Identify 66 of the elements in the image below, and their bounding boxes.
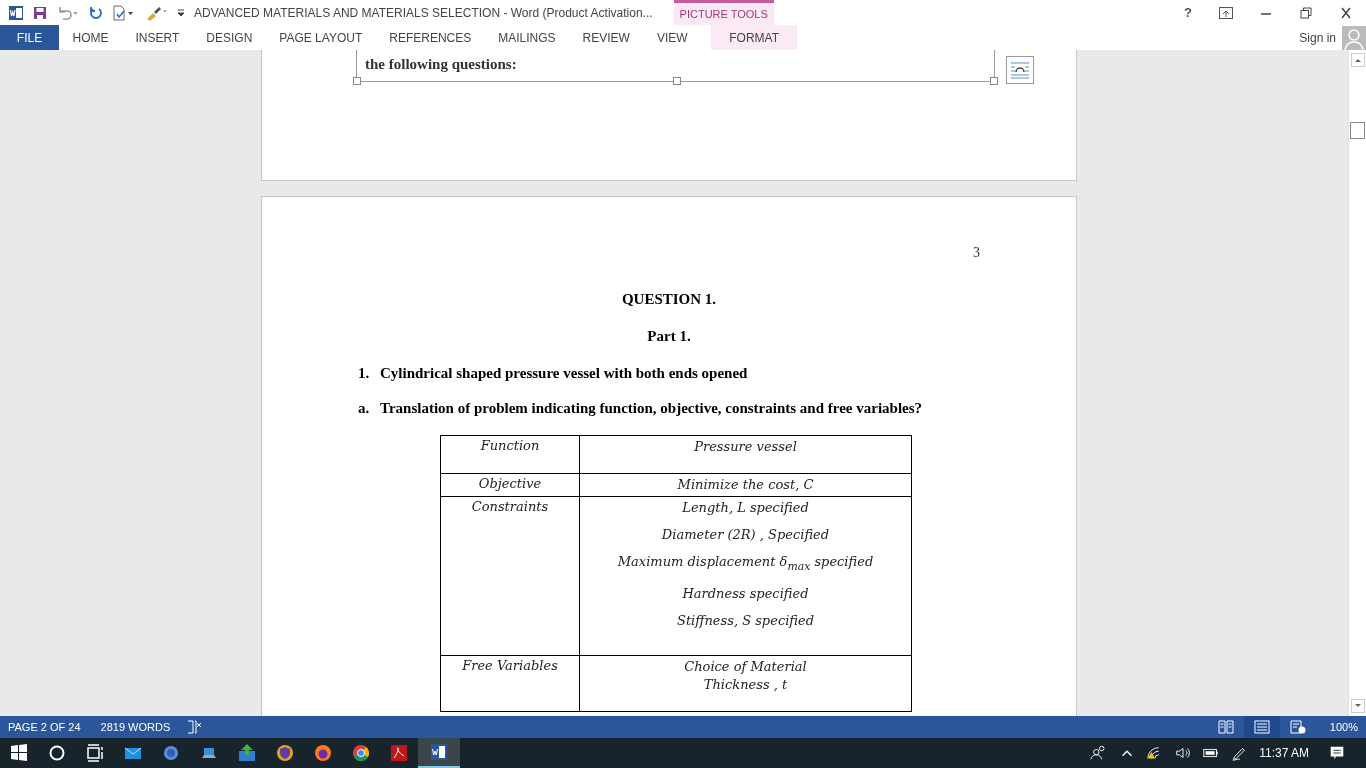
zoom-level[interactable]: 100%: [1321, 721, 1366, 733]
page-number: 3: [972, 244, 981, 261]
table-cell: Choice of Material Thickness , t: [579, 655, 912, 712]
ribbon-tab[interactable]: MAILINGS: [484, 25, 570, 50]
table-cell: Function: [440, 435, 580, 474]
restore-icon[interactable]: [1299, 6, 1313, 19]
resize-handle[interactable]: [673, 77, 681, 85]
table-cell: Pressure vessel: [579, 435, 912, 474]
ribbon-tab[interactable]: FORMAT: [711, 25, 798, 50]
word-logo-icon: [8, 4, 24, 21]
table-cell: Objective: [440, 473, 580, 497]
text-box[interactable]: the following questions:: [356, 50, 995, 82]
search-icon[interactable]: [47, 743, 67, 763]
document-check-icon[interactable]: [112, 4, 136, 21]
close-icon[interactable]: [1339, 6, 1353, 19]
table-cell: Length, L specified Diameter (2R) , Specified Maximum displacement δ$_{max}$ specified Hardness specified Stiffness, S specified: [579, 496, 912, 656]
word-count[interactable]: 2819 WORDS: [92, 721, 179, 733]
table-cell: Constraints: [440, 496, 580, 656]
file-tab[interactable]: FILE: [0, 25, 59, 50]
undo-icon[interactable]: [56, 4, 80, 21]
resize-handle[interactable]: [990, 77, 998, 85]
clock[interactable]: 11:37 AM: [1259, 746, 1309, 760]
page-count[interactable]: PAGE 2 OF 24: [0, 721, 89, 733]
chrome-icon[interactable]: [351, 743, 371, 763]
contextual-tab-group: PICTURE TOOLS: [673, 0, 774, 25]
print-view-button[interactable]: [1243, 716, 1280, 738]
resize-handle[interactable]: [353, 77, 361, 85]
list-item-text: Cylindrical shaped pressure vessel with both ends opened: [380, 365, 748, 382]
scroll-up-icon[interactable]: [1350, 53, 1365, 67]
ribbon-display-options-icon[interactable]: [1219, 6, 1233, 19]
list-item-text: Translation of problem indicating function, objective, constraints and free variables?: [380, 400, 923, 417]
layout-options-icon[interactable]: [1006, 56, 1034, 84]
window-title: ADVANCED MATERIALS AND MATERIALS SELECTION - Word (Product Activation...: [194, 5, 653, 20]
firefox-icon[interactable]: [313, 743, 333, 763]
start-icon[interactable]: [9, 743, 29, 763]
pdf-icon[interactable]: [389, 743, 409, 763]
scroll-thumb[interactable]: [1350, 122, 1365, 139]
table-cell: Minimize the cost, C: [579, 473, 912, 497]
shield-app-icon[interactable]: [275, 743, 295, 763]
table-cell: Free Variables: [440, 655, 580, 712]
task-view-icon[interactable]: [85, 743, 105, 763]
body-text: the following questions:: [364, 55, 518, 73]
ribbon-tab[interactable]: VIEW: [643, 25, 702, 50]
sign-in-link[interactable]: Sign in: [1299, 30, 1336, 45]
scroll-down-icon[interactable]: [1350, 699, 1365, 713]
web-page-icon: [1289, 720, 1306, 734]
ribbon-tab[interactable]: REVIEW: [569, 25, 644, 50]
open-book-icon: [1217, 720, 1234, 734]
subheading: Part 1.: [646, 328, 692, 345]
save-icon[interactable]: [32, 4, 48, 21]
page-lines-icon: [1253, 720, 1270, 734]
ribbon-tab[interactable]: INSERT: [122, 25, 193, 50]
list-marker: a.: [358, 400, 371, 417]
heading: QUESTION 1.: [620, 291, 718, 308]
ribbon-tab[interactable]: PAGE LAYOUT: [265, 25, 376, 50]
browser-icon[interactable]: [161, 743, 181, 763]
list-marker: 1.: [358, 365, 371, 382]
notifications-icon[interactable]: [1328, 744, 1346, 762]
ribbon-tab[interactable]: DESIGN: [192, 25, 266, 50]
redo-icon[interactable]: [88, 4, 104, 21]
upload-icon[interactable]: [237, 743, 257, 763]
word-app-icon[interactable]: [429, 742, 449, 762]
proofing-icon[interactable]: [186, 720, 203, 734]
ribbon-tab[interactable]: REFERENCES: [375, 25, 485, 50]
ribbon-tab[interactable]: HOME: [59, 25, 122, 50]
help-button[interactable]: ?: [1184, 5, 1192, 20]
